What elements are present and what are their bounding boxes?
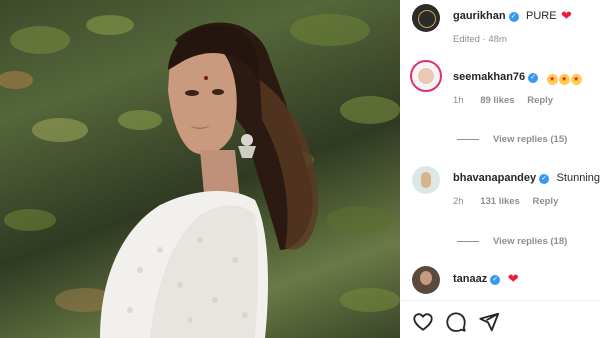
comment-2-meta: 2h 131 likes Reply: [453, 196, 600, 207]
post-edited-time: Edited · 48m: [453, 34, 507, 45]
star-struck-emoji-icon: ★: [546, 74, 558, 85]
red-heart-icon: ❤: [561, 8, 572, 23]
author-avatar[interactable]: [412, 4, 440, 32]
divider-line: [457, 138, 479, 140]
comments-panel: gaurikhan ✓ PURE ❤ Edited · 48m seemakhan…: [400, 0, 600, 338]
action-bar: [400, 300, 600, 338]
comment-username[interactable]: seemakhan76: [453, 71, 525, 83]
view-replies-label: View replies (18): [493, 236, 568, 247]
divider-line: [457, 240, 479, 242]
author-username[interactable]: gaurikhan: [453, 10, 506, 22]
verified-badge-icon: ✓: [539, 174, 550, 184]
verified-badge-icon: ✓: [528, 73, 539, 83]
reply-button[interactable]: Reply: [527, 95, 553, 106]
comment-time: 1h: [453, 95, 464, 106]
comment-1: seemakhan76 ✓ ★ ★ ★: [453, 67, 600, 85]
comment-likes[interactable]: 89 likes: [480, 95, 514, 106]
star-struck-emoji-icon: ★: [558, 74, 570, 85]
view-replies-button[interactable]: View replies (15): [457, 134, 567, 145]
commenter-avatar[interactable]: [412, 266, 440, 294]
instagram-post-view: gaurikhan ✓ PURE ❤ Edited · 48m seemakhan…: [0, 0, 600, 338]
verified-badge-icon: ✓: [490, 275, 501, 285]
comment-icon[interactable]: [445, 311, 467, 333]
comment-username[interactable]: bhavanapandey: [453, 172, 536, 184]
heart-icon[interactable]: [412, 311, 434, 333]
view-replies-label: View replies (15): [493, 134, 568, 145]
share-icon[interactable]: [478, 311, 500, 333]
reply-button[interactable]: Reply: [532, 196, 558, 207]
commenter-avatar[interactable]: [412, 166, 440, 194]
comment-3: tanaaz ✓ ❤: [453, 269, 600, 287]
comment-likes[interactable]: 131 likes: [480, 196, 520, 207]
view-replies-button[interactable]: View replies (18): [457, 236, 567, 247]
comment-1-meta: 1h 89 likes Reply: [453, 95, 600, 106]
comment-text: Stunning: [556, 172, 600, 184]
comment-2: bhavanapandey ✓ Stunning: [453, 168, 600, 186]
star-struck-emoji-icon: ★: [570, 74, 582, 85]
photo-illustration: [0, 14, 400, 338]
caption-text: PURE: [526, 10, 557, 22]
comment-time: 2h: [453, 196, 464, 207]
comment-username[interactable]: tanaaz: [453, 273, 487, 285]
verified-badge-icon: ✓: [508, 12, 519, 22]
post-caption: gaurikhan ✓ PURE ❤: [453, 6, 600, 24]
post-photo[interactable]: [0, 0, 400, 338]
red-heart-icon: ❤: [507, 271, 519, 286]
commenter-avatar[interactable]: [410, 60, 442, 92]
